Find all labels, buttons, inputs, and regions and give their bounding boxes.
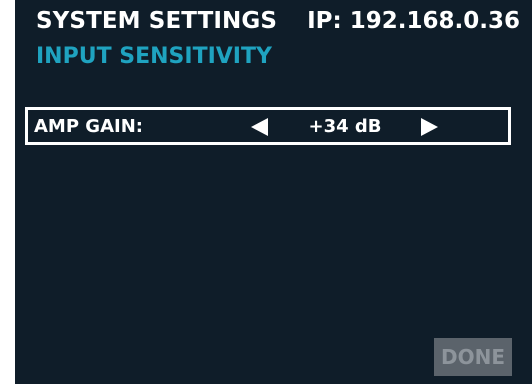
amp-gain-value: +34 dB <box>308 116 382 137</box>
amp-gain-label: AMP GAIN: <box>34 116 143 137</box>
settings-screen: SYSTEM SETTINGS IP: 192.168.0.36 INPUT S… <box>15 0 532 384</box>
ip-address: IP: 192.168.0.36 <box>307 8 520 34</box>
right-triangle-icon[interactable] <box>421 118 438 136</box>
left-triangle-icon[interactable] <box>251 118 268 136</box>
page-title: SYSTEM SETTINGS <box>36 8 278 34</box>
amp-gain-row[interactable]: AMP GAIN: +34 dB <box>25 107 511 145</box>
done-button[interactable]: DONE <box>434 338 512 376</box>
section-subtitle: INPUT SENSITIVITY <box>36 44 272 69</box>
